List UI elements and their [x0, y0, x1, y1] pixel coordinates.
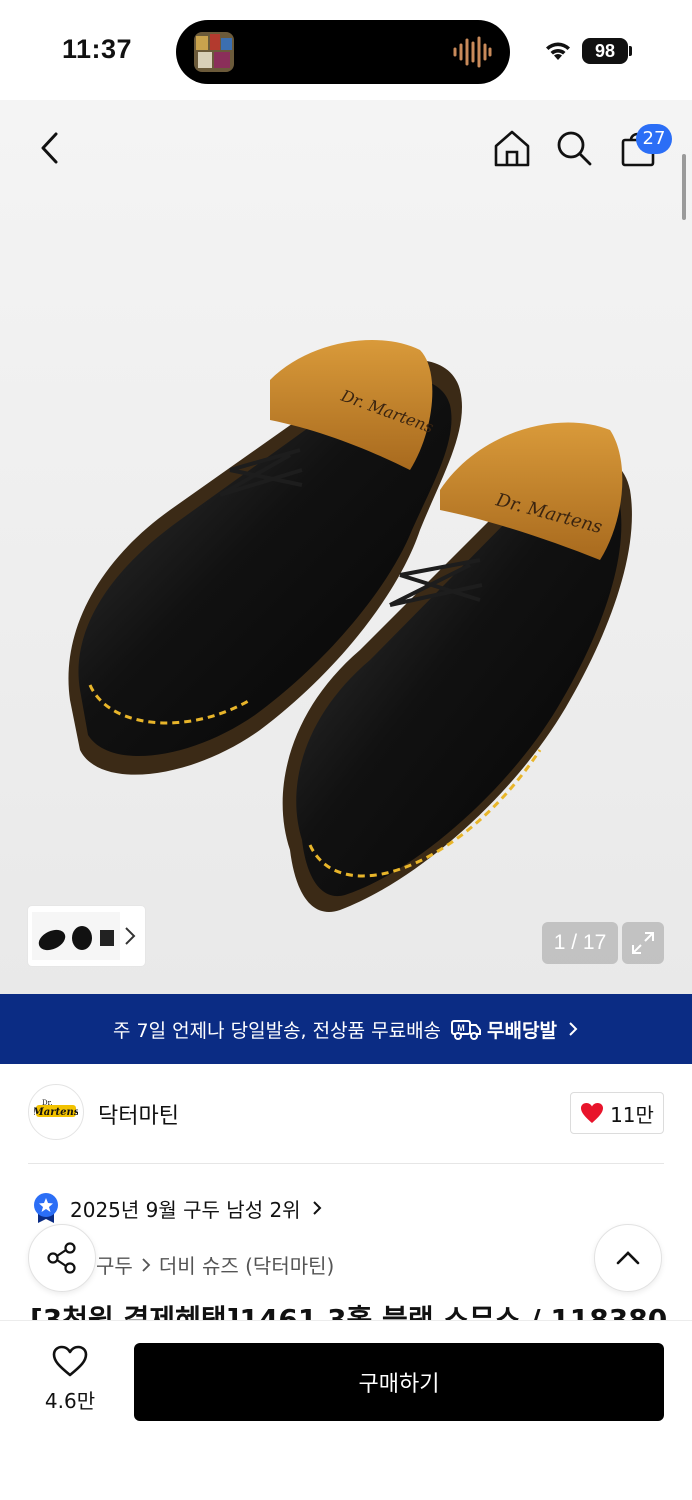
thumbnail-image — [32, 912, 120, 960]
breadcrumb-item[interactable]: 구두 — [96, 1250, 133, 1279]
product-image: Dr. Martens Dr. Martens — [68, 340, 632, 912]
brand-row[interactable]: Martens Dr. 닥터마틴 11만 — [28, 1084, 664, 1144]
category-breadcrumb: 구두 더비 슈즈 (닥터마틴) — [96, 1250, 334, 1279]
wishlist-count: 4.6만 — [44, 1389, 96, 1413]
chevron-right-icon — [312, 1201, 321, 1215]
banner-brand: M 무배당발 — [451, 1016, 557, 1043]
share-button[interactable] — [28, 1224, 96, 1292]
battery-tip — [629, 46, 632, 56]
ranking-text: 2025년 9월 구두 남성 2위 — [70, 1197, 301, 1222]
bottom-action-bar: 4.6만 구매하기 — [0, 1320, 692, 1500]
share-icon — [47, 1242, 76, 1274]
svg-text:M: M — [457, 1023, 465, 1033]
delivery-truck-icon: M — [451, 1020, 482, 1040]
svg-text:Martens: Martens — [34, 1107, 78, 1118]
breadcrumb-item[interactable]: 더비 슈즈 (닥터마틴) — [159, 1250, 335, 1279]
brand-like-count: 11만 — [610, 1102, 654, 1127]
audio-waveform-icon — [452, 36, 492, 68]
top-navigation — [0, 100, 692, 200]
thumbnail-strip[interactable] — [28, 906, 145, 966]
home-button[interactable] — [490, 126, 534, 170]
ranking-link[interactable]: 2025년 9월 구두 남성 2위 — [32, 1192, 323, 1224]
chevron-right-icon — [142, 1257, 151, 1272]
divider — [28, 1163, 664, 1164]
battery-indicator: 98 — [582, 38, 628, 64]
brand-name[interactable]: 닥터마틴 — [98, 1098, 179, 1130]
brand-logo[interactable]: Martens Dr. — [28, 1084, 84, 1140]
scroll-to-top-button[interactable] — [594, 1224, 662, 1292]
chevron-right-icon — [569, 1022, 578, 1036]
cart-count-badge: 27 — [636, 124, 672, 154]
home-icon — [494, 130, 530, 167]
heart-outline-icon — [52, 1345, 88, 1377]
chevron-up-icon — [616, 1251, 640, 1265]
product-title-container: [3천원 결제혜택]1461 3홀 블랙 스무스 / 118380 — [0, 1296, 692, 1320]
chevron-right-icon — [125, 927, 136, 945]
heart-filled-icon — [581, 1103, 604, 1123]
back-button[interactable] — [28, 126, 72, 170]
expand-image-button[interactable] — [622, 922, 664, 964]
svg-text:Dr.: Dr. — [42, 1099, 52, 1107]
ranking-badge-icon — [34, 1193, 58, 1223]
scrollbar-thumb[interactable] — [682, 154, 686, 220]
wishlist-button[interactable]: 4.6만 — [30, 1345, 110, 1414]
banner-text: 주 7일 언제나 당일발송, 전상품 무료배송 — [113, 1019, 442, 1042]
image-page-indicator: 1 / 17 — [542, 922, 618, 964]
chevron-left-icon — [41, 132, 58, 164]
banner-brand-label: 무배당발 — [487, 1019, 557, 1042]
wifi-icon — [544, 40, 572, 62]
brand-like-button[interactable]: 11만 — [570, 1092, 664, 1134]
search-button[interactable] — [552, 126, 596, 170]
product-image-gallery[interactable]: Dr. Martens Dr. Martens — [0, 100, 692, 994]
status-bar: 11:37 98 — [0, 0, 692, 100]
product-title: [3천원 결제혜택]1461 3홀 블랙 스무스 / 118380 — [30, 1303, 668, 1320]
expand-icon — [632, 932, 654, 954]
buy-button[interactable]: 구매하기 — [134, 1343, 664, 1421]
dynamic-island[interactable] — [176, 20, 510, 84]
delivery-banner[interactable]: 주 7일 언제나 당일발송, 전상품 무료배송 M 무배당발 — [0, 994, 692, 1064]
dr-martens-logo-icon: Martens Dr. — [34, 1099, 78, 1118]
search-icon — [557, 131, 592, 166]
status-time: 11:37 — [62, 34, 133, 64]
now-playing-artwork — [194, 32, 234, 72]
